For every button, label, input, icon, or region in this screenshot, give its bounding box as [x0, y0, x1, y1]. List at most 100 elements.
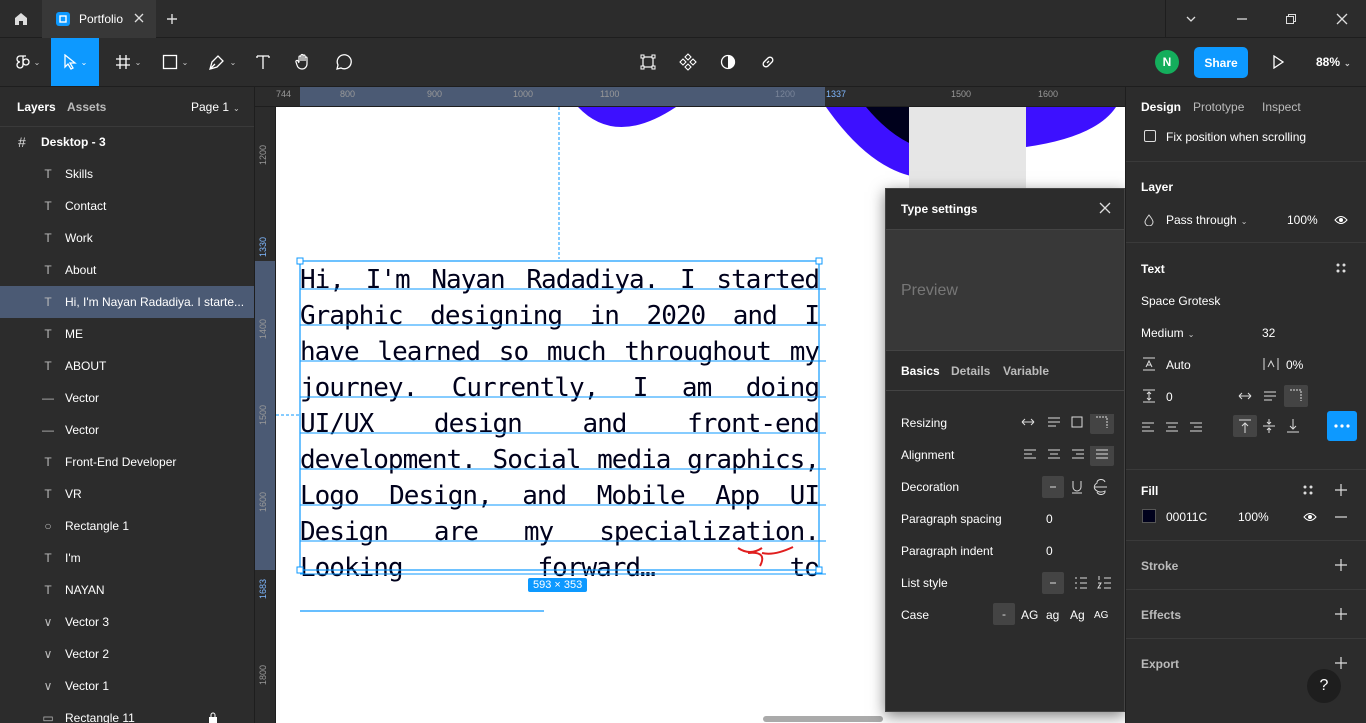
- text-tool[interactable]: [250, 38, 276, 86]
- paragraph-spacing-input[interactable]: 0: [1166, 390, 1173, 404]
- help-button[interactable]: ?: [1307, 669, 1341, 703]
- close-icon[interactable]: [1098, 201, 1112, 215]
- home-icon[interactable]: [0, 0, 42, 38]
- shape-tool[interactable]: ⌄: [155, 38, 195, 86]
- add-stroke-icon[interactable]: [1334, 558, 1348, 572]
- pen-tool[interactable]: ⌄: [202, 38, 242, 86]
- tab-inspect[interactable]: Inspect: [1262, 100, 1301, 114]
- crop-button[interactable]: [636, 38, 660, 86]
- layer-row[interactable]: ∨ Vector 1: [0, 670, 254, 702]
- layer-row[interactable]: T NAYAN: [0, 574, 254, 606]
- vertical-align-options[interactable]: [1233, 415, 1309, 437]
- add-export-icon[interactable]: [1334, 656, 1348, 670]
- layer-row[interactable]: T Hi, I'm Nayan Radadiya. I starte...: [0, 286, 254, 318]
- font-size-input[interactable]: 32: [1262, 326, 1275, 340]
- layer-row[interactable]: ▭ Rectangle 11: [0, 702, 254, 723]
- text-layer-icon: T: [44, 359, 52, 373]
- layer-name: Rectangle 11: [65, 711, 135, 723]
- decoration-options[interactable]: [1042, 476, 1116, 498]
- layer-row[interactable]: ∨ Vector 2: [0, 638, 254, 670]
- minimize-icon[interactable]: [1234, 11, 1250, 27]
- move-tool[interactable]: ⌄: [51, 38, 99, 86]
- layer-row[interactable]: T I'm: [0, 542, 254, 574]
- frame-tool[interactable]: ⌄: [108, 38, 148, 86]
- remove-fill-icon[interactable]: [1334, 510, 1348, 524]
- layer-row[interactable]: T VR: [0, 478, 254, 510]
- add-fill-icon[interactable]: [1334, 483, 1348, 497]
- tab-assets[interactable]: Assets: [67, 100, 106, 114]
- text-styles-grid-icon[interactable]: [1335, 262, 1347, 274]
- close-tab-icon[interactable]: [133, 12, 145, 24]
- layer-name: Vector 3: [65, 615, 110, 629]
- blend-mode-dropdown[interactable]: Pass through ⌄: [1166, 213, 1247, 227]
- tab-variable[interactable]: Variable: [1003, 364, 1049, 378]
- layer-row[interactable]: T Work: [0, 222, 254, 254]
- vector-layer-icon: ∨: [43, 679, 53, 693]
- case-lowercase[interactable]: ag: [1046, 608, 1059, 622]
- add-effect-icon[interactable]: [1334, 607, 1348, 621]
- main-menu-button[interactable]: ⌄: [8, 38, 48, 86]
- paragraph-spacing-input[interactable]: 0: [1046, 512, 1053, 526]
- fill-color-swatch[interactable]: [1142, 509, 1156, 523]
- layer-row[interactable]: T Front-End Developer: [0, 446, 254, 478]
- eye-icon[interactable]: [1334, 214, 1348, 226]
- tab-details[interactable]: Details: [951, 364, 990, 378]
- crop-frame-icon: [640, 54, 656, 70]
- close-window-icon[interactable]: [1334, 11, 1350, 27]
- layer-row[interactable]: T Contact: [0, 190, 254, 222]
- file-tab[interactable]: Portfolio: [42, 0, 156, 38]
- text-align-options[interactable]: [1140, 419, 1208, 435]
- resize-mode-options[interactable]: [1238, 385, 1324, 407]
- case-uppercase[interactable]: AG: [1021, 608, 1038, 622]
- layer-row[interactable]: — Vector: [0, 414, 254, 446]
- layer-row[interactable]: T ABOUT: [0, 350, 254, 382]
- tab-layers[interactable]: Layers: [17, 100, 56, 114]
- case-none-button[interactable]: -: [993, 603, 1015, 625]
- layer-row[interactable]: T Skills: [0, 158, 254, 190]
- case-title[interactable]: Ag: [1070, 608, 1085, 622]
- line-height-input[interactable]: Auto: [1166, 358, 1191, 372]
- comment-tool[interactable]: [330, 38, 356, 86]
- paragraph-indent-input[interactable]: 0: [1046, 544, 1053, 558]
- tab-basics[interactable]: Basics: [901, 364, 940, 378]
- layer-row[interactable]: T About: [0, 254, 254, 286]
- layer-row[interactable]: ○ Rectangle 1: [0, 510, 254, 542]
- type-settings-tabs: Basics Details Variable: [886, 351, 1124, 391]
- case-small-caps[interactable]: AG: [1094, 610, 1108, 621]
- horizontal-scrollbar[interactable]: [763, 716, 883, 722]
- tab-prototype[interactable]: Prototype: [1193, 100, 1244, 114]
- font-weight-dropdown[interactable]: Medium ⌄: [1141, 326, 1194, 340]
- page-selector[interactable]: Page 1 ⌄: [191, 100, 240, 114]
- share-button[interactable]: Share: [1194, 47, 1248, 78]
- letter-spacing-input[interactable]: 0%: [1286, 358, 1303, 372]
- fill-opacity-input[interactable]: 100%: [1238, 510, 1269, 524]
- tab-design[interactable]: Design: [1141, 100, 1181, 114]
- layer-row[interactable]: ∨ Vector 3: [0, 606, 254, 638]
- layer-row[interactable]: — Vector: [0, 382, 254, 414]
- zoom-dropdown[interactable]: 88% ⌄: [1316, 55, 1351, 69]
- fill-styles-grid-icon[interactable]: [1302, 484, 1314, 496]
- present-button[interactable]: [1268, 38, 1288, 86]
- new-tab-icon[interactable]: [164, 11, 180, 27]
- alignment-options[interactable]: [1020, 446, 1116, 466]
- chevron-down-icon[interactable]: [1183, 11, 1199, 27]
- restore-icon[interactable]: [1283, 11, 1299, 27]
- component-button[interactable]: [676, 38, 700, 86]
- layer-opacity[interactable]: 100%: [1287, 213, 1318, 227]
- hand-tool[interactable]: [290, 38, 316, 86]
- font-family-dropdown[interactable]: Space Grotesk: [1141, 294, 1220, 308]
- list-style-options[interactable]: [1042, 572, 1116, 594]
- user-avatar[interactable]: N: [1155, 50, 1179, 74]
- mask-button[interactable]: [716, 38, 740, 86]
- link-button[interactable]: [756, 38, 780, 86]
- layer-frame-desktop-3[interactable]: # Desktop - 3: [0, 126, 254, 158]
- layer-row[interactable]: T ME: [0, 318, 254, 350]
- fill-hex-input[interactable]: 00011C: [1166, 510, 1207, 524]
- auto-height-icon: [1048, 417, 1060, 427]
- resizing-options[interactable]: [1020, 414, 1116, 434]
- eye-icon[interactable]: [1303, 511, 1317, 523]
- fix-position-checkbox[interactable]: [1144, 130, 1156, 142]
- type-settings-button[interactable]: [1327, 411, 1357, 441]
- lock-icon[interactable]: [208, 712, 218, 723]
- fix-position-label: Fix position when scrolling: [1166, 130, 1307, 144]
